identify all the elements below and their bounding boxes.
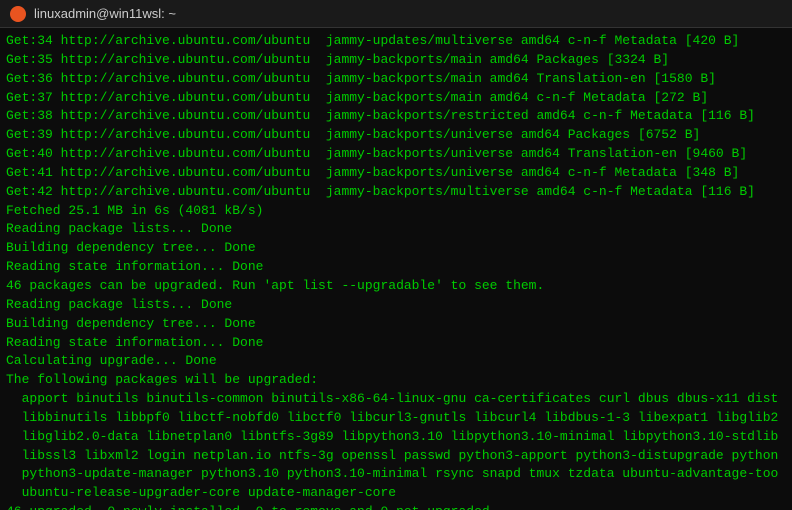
terminal-line: Fetched 25.1 MB in 6s (4081 kB/s)	[6, 202, 786, 221]
terminal-line: Get:35 http://archive.ubuntu.com/ubuntu …	[6, 51, 786, 70]
terminal-line: Get:36 http://archive.ubuntu.com/ubuntu …	[6, 70, 786, 89]
title-text: linuxadmin@win11wsl: ~	[34, 6, 176, 21]
terminal-line: ubuntu-release-upgrader-core update-mana…	[6, 484, 786, 503]
terminal-line: Get:39 http://archive.ubuntu.com/ubuntu …	[6, 126, 786, 145]
terminal-line: Get:37 http://archive.ubuntu.com/ubuntu …	[6, 89, 786, 108]
terminal-line: Building dependency tree... Done	[6, 239, 786, 258]
terminal-line: 46 upgraded, 0 newly installed, 0 to rem…	[6, 503, 786, 510]
ubuntu-icon	[10, 6, 26, 22]
terminal-line: python3-update-manager python3.10 python…	[6, 465, 786, 484]
terminal-line: Reading package lists... Done	[6, 296, 786, 315]
terminal-line: libbinutils libbpf0 libctf-nobfd0 libctf…	[6, 409, 786, 428]
terminal-line: The following packages will be upgraded:	[6, 371, 786, 390]
terminal-line: Get:41 http://archive.ubuntu.com/ubuntu …	[6, 164, 786, 183]
terminal-line: Get:40 http://archive.ubuntu.com/ubuntu …	[6, 145, 786, 164]
terminal-line: Get:42 http://archive.ubuntu.com/ubuntu …	[6, 183, 786, 202]
terminal-line: Reading state information... Done	[6, 334, 786, 353]
terminal-line: 46 packages can be upgraded. Run 'apt li…	[6, 277, 786, 296]
terminal-body: Get:34 http://archive.ubuntu.com/ubuntu …	[0, 28, 792, 510]
terminal-line: libglib2.0-data libnetplan0 libntfs-3g89…	[6, 428, 786, 447]
terminal-line: Reading state information... Done	[6, 258, 786, 277]
terminal-line: Reading package lists... Done	[6, 220, 786, 239]
terminal-line: Calculating upgrade... Done	[6, 352, 786, 371]
terminal-line: apport binutils binutils-common binutils…	[6, 390, 786, 409]
terminal-line: Building dependency tree... Done	[6, 315, 786, 334]
terminal-line: libssl3 libxml2 login netplan.io ntfs-3g…	[6, 447, 786, 466]
terminal-line: Get:34 http://archive.ubuntu.com/ubuntu …	[6, 32, 786, 51]
title-bar: linuxadmin@win11wsl: ~	[0, 0, 792, 28]
terminal-line: Get:38 http://archive.ubuntu.com/ubuntu …	[6, 107, 786, 126]
